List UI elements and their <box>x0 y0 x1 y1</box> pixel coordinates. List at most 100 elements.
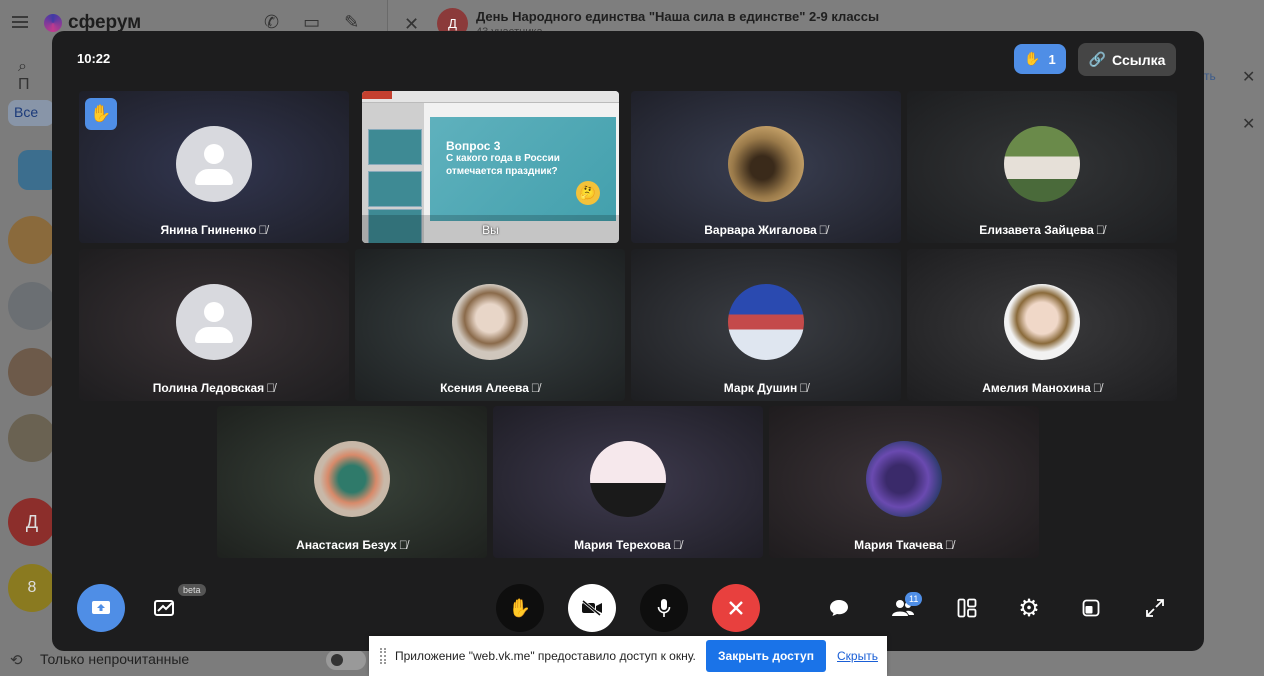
mic-off-icon: 🎙̸ <box>1095 223 1105 237</box>
mic-off-icon: 🎙̸ <box>944 538 954 552</box>
participant-name: Анастасия Безух 🎙̸ <box>296 538 408 552</box>
chat-avatar[interactable] <box>8 216 56 264</box>
end-call-button[interactable] <box>712 584 760 632</box>
filter-all-button[interactable]: Все <box>8 100 54 126</box>
gear-icon: ⚙ <box>1018 594 1040 622</box>
chat-title: День Народного единства "Наша сила в еди… <box>476 9 880 24</box>
participant-name: Амелия Манохина 🎙̸ <box>982 381 1102 395</box>
fullscreen-button[interactable] <box>1131 584 1179 632</box>
slide-question: С какого года в России отмечается праздн… <box>446 153 560 177</box>
avatar <box>866 441 942 517</box>
participant-name: Мария Терехова 🎙̸ <box>574 538 682 552</box>
link-button-label: Ссылка <box>1112 51 1166 68</box>
raised-hand-icon: ✋ <box>85 98 117 130</box>
participant-tile[interactable]: Елизавета Зайцева 🎙̸ <box>907 91 1177 243</box>
top-actions: ✆ ▭ ✎ <box>264 12 359 33</box>
participant-name: Янина Гниненко 🎙̸ <box>160 223 268 237</box>
layout-grid-icon <box>957 598 977 618</box>
chat-avatar[interactable] <box>8 282 56 330</box>
participant-tile[interactable]: Марк Душин 🎙̸ <box>631 249 901 401</box>
camera-toggle-button[interactable] <box>568 584 616 632</box>
unread-filter-label: Только непрочитанные <box>40 651 190 667</box>
settings-button[interactable]: ⚙ <box>1005 584 1053 632</box>
mic-off-icon: 🎙̸ <box>258 223 268 237</box>
participant-name: Елизавета Зайцева 🎙̸ <box>979 223 1105 237</box>
link-button[interactable]: 🔗 Ссылка <box>1078 43 1176 76</box>
participants-button[interactable] <box>879 584 927 632</box>
microphone-icon <box>657 599 671 617</box>
unread-toggle[interactable] <box>326 650 366 670</box>
avatar <box>176 284 252 360</box>
link-icon: 🔗 <box>1088 51 1107 67</box>
avatar <box>1004 284 1080 360</box>
picture-in-picture-icon <box>1082 599 1100 617</box>
chat-avatar[interactable] <box>8 414 56 462</box>
avatar <box>452 284 528 360</box>
avatar <box>590 441 666 517</box>
screen-share-tile[interactable]: Вопрос 3 С какого года в России отмечает… <box>362 91 619 243</box>
avatar <box>728 126 804 202</box>
hide-notice-link[interactable]: Скрыть <box>837 649 878 663</box>
participant-name: Варвара Жигалова 🎙̸ <box>704 223 828 237</box>
layout-button[interactable] <box>943 584 991 632</box>
whiteboard-icon <box>154 600 174 616</box>
presentation-ribbon <box>362 91 392 99</box>
chat-avatar[interactable]: 8 <box>8 564 56 612</box>
side-link[interactable]: ть <box>1204 69 1216 83</box>
participant-tile[interactable]: Полина Ледовская 🎙̸ <box>79 249 349 401</box>
screen-sharing-notice: Приложение "web.vk.me" предоставило дост… <box>369 636 887 676</box>
mic-off-icon: 🎙̸ <box>398 538 408 552</box>
mic-off-icon: 🎙̸ <box>799 381 809 395</box>
participant-tile[interactable]: Ксения Алеева 🎙̸ <box>355 249 625 401</box>
participant-tile[interactable]: Варвара Жигалова 🎙̸ <box>631 91 901 243</box>
chat-avatar[interactable]: Д <box>8 498 56 546</box>
raised-hands-badge[interactable]: ✋ 1 <box>1014 44 1066 74</box>
mic-off-icon: 🎙̸ <box>1092 381 1102 395</box>
chat-button[interactable] <box>815 584 863 632</box>
mic-off-icon: 🎙̸ <box>672 538 682 552</box>
presentation-toolbar <box>362 91 619 103</box>
drag-handle-icon[interactable] <box>380 648 386 664</box>
close-icon[interactable]: ✕ <box>1242 114 1255 134</box>
participant-name: Мария Ткачева 🎙̸ <box>854 538 954 552</box>
search-placeholder: П <box>18 76 30 93</box>
participant-tile[interactable]: ✋ Янина Гниненко 🎙̸ <box>79 91 349 243</box>
slide-title: Вопрос 3 <box>446 139 501 153</box>
close-icon <box>729 601 743 615</box>
participant-name: Марк Душин 🎙̸ <box>723 381 809 395</box>
chat-icon <box>830 600 848 616</box>
pip-button[interactable] <box>1067 584 1115 632</box>
participant-name: Вы <box>482 223 499 237</box>
filter-label: Все <box>14 104 39 120</box>
beta-badge: beta <box>178 584 206 596</box>
thinking-face-icon: 🤔 <box>576 181 600 205</box>
unread-filter-icon: ⟲ <box>10 652 23 669</box>
menu-icon[interactable] <box>12 16 28 28</box>
chat-avatar[interactable] <box>8 348 56 396</box>
compose-icon[interactable]: ✎ <box>344 12 359 33</box>
search-input[interactable]: ⌕ П <box>10 54 50 93</box>
microphone-button[interactable] <box>640 584 688 632</box>
close-icon[interactable]: ✕ <box>1242 67 1255 87</box>
raised-hands-count: 1 <box>1048 51 1056 67</box>
archive-icon[interactable]: ▭ <box>303 12 320 33</box>
participant-tile[interactable]: Анастасия Безух 🎙̸ <box>217 406 487 558</box>
stop-sharing-button[interactable]: Закрыть доступ <box>706 640 826 672</box>
participant-name: Полина Ледовская 🎙̸ <box>152 381 276 395</box>
participant-name: Ксения Алеева 🎙̸ <box>440 381 540 395</box>
mic-off-icon: 🎙̸ <box>530 381 540 395</box>
call-add-icon[interactable]: ✆ <box>264 12 279 33</box>
share-screen-icon <box>92 601 110 614</box>
participant-tile[interactable]: Мария Терехова 🎙̸ <box>493 406 763 558</box>
camera-off-icon <box>582 600 602 616</box>
participant-tile[interactable]: Мария Ткачева 🎙̸ <box>769 406 1039 558</box>
mic-off-icon: 🎙̸ <box>266 381 276 395</box>
raise-hand-button[interactable]: ✋ <box>496 584 544 632</box>
share-screen-button[interactable] <box>77 584 125 632</box>
call-time: 10:22 <box>77 51 111 66</box>
avatar <box>176 126 252 202</box>
logo-icon <box>44 14 62 32</box>
notice-message: Приложение "web.vk.me" предоставило дост… <box>395 649 696 663</box>
video-call-window: 10:22 ✋ 1 🔗 Ссылка ✋ Янина Гниненко 🎙̸ Во… <box>52 31 1204 651</box>
participant-tile[interactable]: Амелия Манохина 🎙̸ <box>907 249 1177 401</box>
